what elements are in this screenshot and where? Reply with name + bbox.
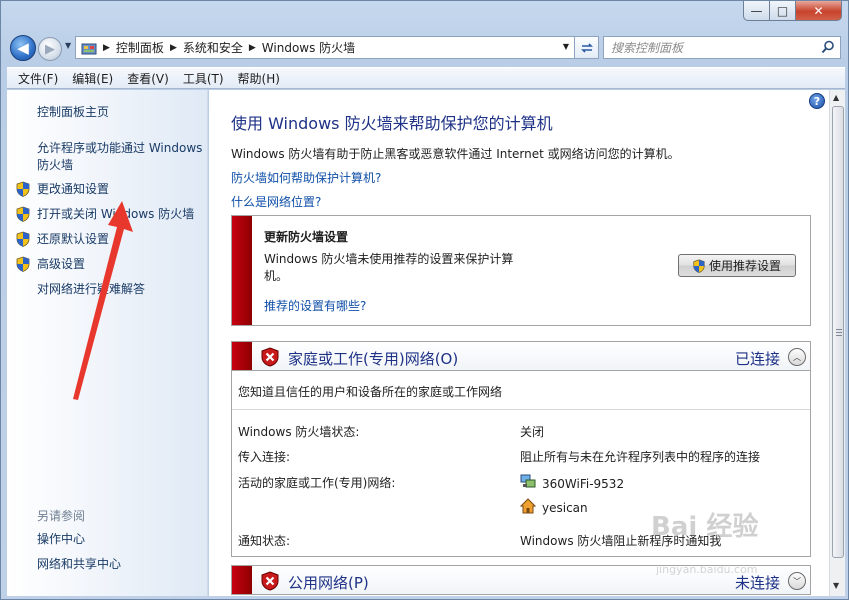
menu-edit[interactable]: 编辑(E) bbox=[65, 70, 120, 87]
menu-file[interactable]: 文件(F) bbox=[11, 70, 65, 87]
maximize-button[interactable]: □ bbox=[770, 1, 796, 21]
active-networks-label: 活动的家庭或工作(专用)网络: bbox=[238, 476, 396, 490]
uac-shield-icon bbox=[16, 256, 30, 272]
menu-view[interactable]: 查看(V) bbox=[120, 70, 176, 87]
close-button[interactable]: ✕ bbox=[796, 1, 842, 21]
back-button[interactable]: ◀ bbox=[10, 35, 36, 61]
warning-bar bbox=[232, 216, 252, 325]
address-bar[interactable]: ▶ 控制面板 ▶ 系统和安全 ▶ Windows 防火墙 ▼ bbox=[75, 36, 575, 59]
firewall-state-label: Windows 防火墙状态: bbox=[238, 425, 360, 439]
uac-shield-icon bbox=[16, 181, 30, 197]
refresh-button[interactable] bbox=[575, 36, 599, 59]
see-also-label: 另请参阅 bbox=[37, 509, 86, 523]
left-nav-pane: 控制面板主页 允许程序或功能通过 Windows 防火墙 更改通知设置 打开或关… bbox=[7, 90, 208, 596]
uac-shield-icon bbox=[693, 259, 705, 273]
window-frame: — □ ✕ ◀ ▶ ▼ ▶ 控制面板 ▶ 系统和安全 ▶ Windows 防火墙… bbox=[0, 0, 849, 600]
update-text: Windows 防火墙未使用推荐的设置来保护计算机。 bbox=[264, 252, 514, 283]
help-icon[interactable]: ? bbox=[809, 93, 825, 109]
network-icon bbox=[520, 474, 536, 488]
button-label: 使用推荐设置 bbox=[709, 259, 782, 273]
restore-defaults-link[interactable]: 还原默认设置 bbox=[37, 231, 109, 248]
expand-icon[interactable]: ﹀ bbox=[788, 572, 806, 590]
breadcrumb-separator[interactable]: ▶ bbox=[103, 43, 110, 53]
use-recommended-settings-button[interactable]: 使用推荐设置 bbox=[678, 254, 796, 277]
incoming-connections-value: 阻止所有与未在允许程序列表中的程序的连接 bbox=[520, 450, 761, 464]
troubleshoot-network-link[interactable]: 对网络进行疑难解答 bbox=[37, 281, 145, 298]
public-network-name: 公用网络(P) bbox=[288, 574, 369, 592]
breadcrumb-separator[interactable]: ▶ bbox=[249, 43, 256, 53]
advanced-settings-link[interactable]: 高级设置 bbox=[37, 256, 85, 273]
watermark-url: jingyan.baidu.com bbox=[656, 563, 758, 576]
scroll-up-icon[interactable]: ▲ bbox=[833, 93, 839, 102]
warning-bar bbox=[232, 566, 252, 594]
uac-shield-icon bbox=[16, 231, 30, 247]
scrollbar-thumb[interactable] bbox=[832, 106, 844, 558]
turn-firewall-on-off-link[interactable]: 打开或关闭 Windows 防火墙 bbox=[37, 206, 194, 223]
network-name-yesican: yesican bbox=[542, 501, 588, 515]
forward-button[interactable]: ▶ bbox=[38, 37, 62, 61]
breadcrumb-separator[interactable]: ▶ bbox=[170, 43, 177, 53]
breadcrumb-control-panel[interactable]: 控制面板 bbox=[116, 39, 164, 56]
refresh-icon bbox=[580, 42, 593, 53]
firewall-state-value: 关闭 bbox=[520, 425, 545, 439]
vertical-scrollbar[interactable]: ▲ ▼ bbox=[829, 90, 845, 596]
minimize-button[interactable]: — bbox=[743, 1, 770, 21]
collapse-icon[interactable]: ︿ bbox=[788, 348, 806, 366]
breadcrumb-firewall[interactable]: Windows 防火墙 bbox=[262, 39, 355, 56]
home-icon bbox=[520, 498, 536, 514]
divider bbox=[232, 409, 810, 410]
search-input[interactable] bbox=[611, 40, 811, 55]
action-center-link[interactable]: 操作中心 bbox=[37, 531, 85, 548]
home-network-header[interactable]: 家庭或工作(专用)网络(O) 已连接 ︿ bbox=[231, 341, 811, 371]
allow-program-link-line2[interactable]: 防火墙 bbox=[37, 157, 73, 174]
network-name-wifi: 360WiFi-9532 bbox=[542, 477, 625, 491]
notification-state-label: 通知状态: bbox=[238, 534, 291, 548]
breadcrumb-system-security[interactable]: 系统和安全 bbox=[183, 39, 243, 56]
network-sharing-center-link[interactable]: 网络和共享中心 bbox=[37, 556, 121, 573]
grip-line bbox=[836, 335, 842, 336]
incoming-connections-label: 传入连接: bbox=[238, 450, 291, 464]
recent-pages-dropdown[interactable]: ▼ bbox=[65, 41, 71, 50]
grip-line bbox=[836, 332, 842, 333]
address-dropdown-icon[interactable]: ▼ bbox=[563, 42, 569, 51]
red-shield-x-icon bbox=[261, 347, 279, 367]
menu-help[interactable]: 帮助(H) bbox=[231, 70, 287, 87]
control-panel-icon bbox=[81, 43, 97, 54]
menu-tools[interactable]: 工具(T) bbox=[176, 70, 231, 87]
control-panel-home-link[interactable]: 控制面板主页 bbox=[37, 104, 109, 121]
watermark: Bai 经验 bbox=[651, 512, 759, 542]
network-location-link[interactable]: 什么是网络位置? bbox=[231, 193, 321, 210]
warning-bar bbox=[232, 342, 252, 370]
menu-bar: 文件(F) 编辑(E) 查看(V) 工具(T) 帮助(H) bbox=[7, 67, 845, 89]
home-network-status: 已连接 bbox=[734, 350, 780, 368]
grip-line bbox=[836, 329, 842, 330]
page-description: Windows 防火墙有助于防止黑客或恶意软件通过 Internet 或网络访问… bbox=[231, 147, 680, 161]
allow-program-link[interactable]: 允许程序或功能通过 Windows bbox=[37, 140, 202, 157]
search-box[interactable] bbox=[603, 36, 841, 59]
change-notification-link[interactable]: 更改通知设置 bbox=[37, 181, 109, 198]
uac-shield-icon bbox=[16, 206, 30, 222]
update-heading: 更新防火墙设置 bbox=[264, 230, 349, 244]
navigation-bar: ◀ ▶ ▼ ▶ 控制面板 ▶ 系统和安全 ▶ Windows 防火墙 ▼ bbox=[7, 33, 845, 61]
home-network-description: 您知道且信任的用户和设备所在的家庭或工作网络 bbox=[238, 385, 503, 399]
home-network-name: 家庭或工作(专用)网络(O) bbox=[288, 350, 459, 368]
scroll-down-icon[interactable]: ▼ bbox=[833, 581, 839, 590]
page-title: 使用 Windows 防火墙来帮助保护您的计算机 bbox=[231, 114, 553, 133]
red-shield-x-icon bbox=[261, 571, 279, 591]
how-firewall-helps-link[interactable]: 防火墙如何帮助保护计算机? bbox=[231, 169, 381, 186]
recommended-settings-link[interactable]: 推荐的设置有哪些? bbox=[264, 297, 366, 314]
window-controls: — □ ✕ bbox=[743, 1, 842, 21]
update-settings-panel: 更新防火墙设置 Windows 防火墙未使用推荐的设置来保护计算机。 推荐的设置… bbox=[231, 215, 811, 326]
search-icon[interactable] bbox=[821, 40, 835, 54]
